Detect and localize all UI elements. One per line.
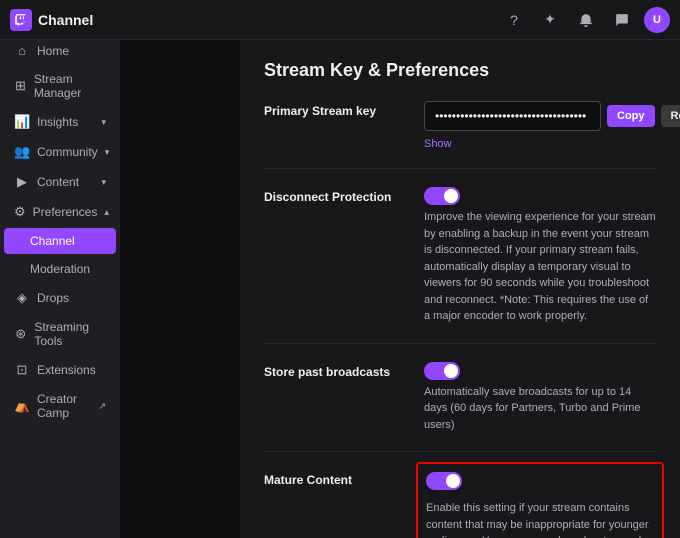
topbar-icons: ? ✦ U bbox=[500, 6, 670, 34]
topbar: Channel ? ✦ U bbox=[0, 0, 680, 40]
sidebar-item-label: Moderation bbox=[30, 262, 90, 276]
insights-icon: 📊 bbox=[14, 114, 30, 130]
sidebar-item-label: Drops bbox=[37, 291, 69, 305]
sidebar-item-streaming-tools[interactable]: ⊛ Streaming Tools bbox=[4, 314, 116, 354]
preferences-icon: ⚙ bbox=[14, 204, 26, 220]
stream-key-row: Copy Reset bbox=[424, 101, 680, 131]
twitch-icon bbox=[10, 9, 32, 31]
chevron-down-icon: ▾ bbox=[105, 147, 110, 158]
store-past-broadcasts-desc: Automatically save broadcasts for up to … bbox=[424, 384, 656, 434]
stream-manager-icon: ⊞ bbox=[14, 78, 27, 94]
sidebar-item-label: Community bbox=[37, 145, 98, 159]
show-link[interactable]: Show bbox=[424, 138, 452, 150]
setting-disconnect-protection: Disconnect Protection Improve the viewin… bbox=[264, 187, 656, 344]
extensions-icon: ⊡ bbox=[14, 362, 30, 378]
prime-icon[interactable]: ✦ bbox=[536, 6, 564, 34]
content-icon: ▶ bbox=[14, 174, 30, 190]
sidebar-item-label: Extensions bbox=[37, 363, 96, 377]
chat-icon[interactable] bbox=[608, 6, 636, 34]
mature-content-desc: Enable this setting if your stream conta… bbox=[426, 500, 654, 538]
sidebar-item-label: Streaming Tools bbox=[34, 320, 106, 348]
store-past-broadcasts-toggle[interactable] bbox=[424, 362, 460, 380]
home-icon: ⌂ bbox=[14, 43, 30, 58]
external-link-icon: ↗ bbox=[98, 401, 106, 412]
copy-button[interactable]: Copy bbox=[607, 105, 655, 127]
stream-key-input[interactable] bbox=[424, 101, 601, 131]
main-content: Stream Key & Preferences Primary Stream … bbox=[240, 40, 680, 538]
sidebar-item-label: Preferences bbox=[33, 205, 98, 219]
disconnect-protection-toggle[interactable] bbox=[424, 187, 460, 205]
chevron-down-icon: ▾ bbox=[101, 177, 106, 188]
topbar-title: Channel bbox=[38, 12, 93, 28]
sidebar-item-label: Home bbox=[37, 44, 69, 58]
setting-mature-content: Mature Content Enable this setting if yo… bbox=[264, 470, 656, 538]
setting-label: Store past broadcasts bbox=[264, 365, 390, 379]
sidebar-item-channel[interactable]: Channel bbox=[4, 228, 116, 254]
sidebar-item-home[interactable]: ⌂ Home bbox=[4, 37, 116, 64]
topbar-logo: Channel bbox=[10, 9, 93, 31]
sidebar-item-label: Stream Manager bbox=[34, 72, 106, 100]
avatar[interactable]: U bbox=[644, 7, 670, 33]
chevron-down-icon: ▾ bbox=[101, 117, 106, 128]
streaming-tools-icon: ⊛ bbox=[14, 326, 27, 342]
setting-primary-stream-key: Primary Stream key Copy Reset Show bbox=[264, 101, 656, 169]
mature-content-toggle[interactable] bbox=[426, 472, 462, 490]
sidebar: CREATOR DASHBOARD ← ⌂ Home ⊞ Stream Mana… bbox=[0, 0, 120, 538]
drops-icon: ◈ bbox=[14, 290, 30, 306]
sidebar-item-community[interactable]: 👥 Community ▾ bbox=[4, 138, 116, 166]
sidebar-item-label: Insights bbox=[37, 115, 78, 129]
sidebar-item-creator-camp[interactable]: ⛺ Creator Camp ↗ bbox=[4, 386, 116, 426]
setting-label: Disconnect Protection bbox=[264, 190, 391, 204]
notifications-icon[interactable] bbox=[572, 6, 600, 34]
sidebar-item-content[interactable]: ▶ Content ▾ bbox=[4, 168, 116, 196]
sidebar-item-stream-manager[interactable]: ⊞ Stream Manager bbox=[4, 66, 116, 106]
disconnect-protection-desc: Improve the viewing experience for your … bbox=[424, 209, 656, 325]
chevron-up-icon: ▴ bbox=[104, 207, 109, 218]
sidebar-item-label: Content bbox=[37, 175, 79, 189]
setting-label: Primary Stream key bbox=[264, 104, 376, 118]
creator-camp-icon: ⛺ bbox=[14, 398, 30, 414]
setting-label: Mature Content bbox=[264, 473, 352, 487]
page-title: Stream Key & Preferences bbox=[264, 60, 656, 81]
sidebar-item-extensions[interactable]: ⊡ Extensions bbox=[4, 356, 116, 384]
app-layout: Channel ? ✦ U CREATOR DASHBOARD ← ⌂ Home… bbox=[0, 0, 680, 538]
setting-store-past-broadcasts: Store past broadcasts Automatically save… bbox=[264, 362, 656, 453]
sidebar-item-preferences[interactable]: ⚙ Preferences ▴ bbox=[4, 198, 116, 226]
help-icon[interactable]: ? bbox=[500, 6, 528, 34]
sidebar-item-insights[interactable]: 📊 Insights ▾ bbox=[4, 108, 116, 136]
sidebar-item-label: Creator Camp bbox=[37, 392, 91, 420]
community-icon: 👥 bbox=[14, 144, 30, 160]
reset-button[interactable]: Reset bbox=[661, 105, 680, 127]
toggle-desc-row bbox=[424, 187, 656, 205]
mature-content-wrapper: Enable this setting if your stream conta… bbox=[416, 462, 664, 538]
sidebar-item-moderation[interactable]: Moderation bbox=[4, 256, 116, 282]
sidebar-item-label: Channel bbox=[30, 234, 75, 248]
sidebar-item-drops[interactable]: ◈ Drops bbox=[4, 284, 116, 312]
